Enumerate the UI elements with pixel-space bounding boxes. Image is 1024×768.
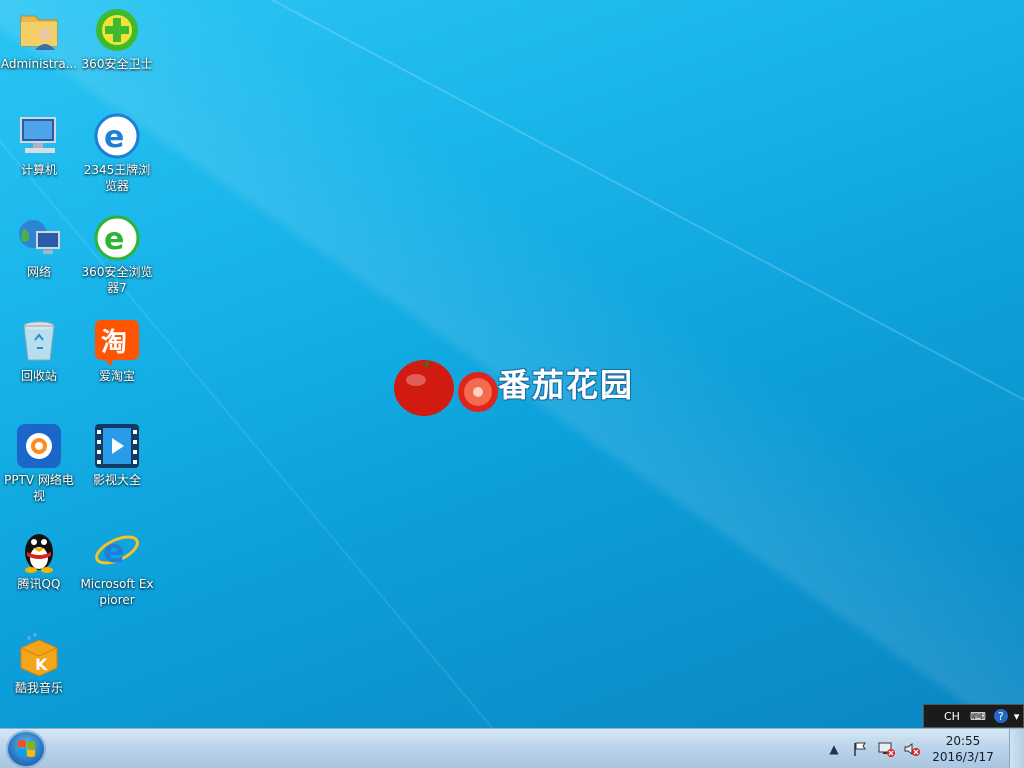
recycle-bin-icon [15, 318, 63, 366]
action-center-flag-icon[interactable] [851, 740, 869, 758]
language-indicator[interactable]: CH [944, 710, 960, 723]
clock-date: 2016/3/17 [932, 750, 994, 764]
tomato-icon [394, 358, 498, 416]
desktop-icon-label: 网络 [26, 265, 51, 279]
desktop-icon-video[interactable]: 影视大全 [78, 422, 156, 488]
taobao-icon: 淘 [93, 318, 141, 366]
desktop-icon-network[interactable]: 网络 [0, 214, 78, 280]
desktop-icon-ie[interactable]: e Microsoft Expiorer [78, 526, 156, 608]
desktop-icon-2345-browser[interactable]: e 2345王牌浏览器 [78, 112, 156, 194]
desktop-icon-label: 爱淘宝 [98, 369, 135, 383]
qq-penguin-icon [15, 526, 63, 574]
brand-text: 番茄花园 [498, 366, 635, 404]
desktop-icon-recycle-bin[interactable]: 回收站 [0, 318, 78, 384]
svg-text:e: e [103, 532, 125, 570]
360-browser-icon: e [93, 214, 141, 262]
clock[interactable]: 20:55 2016/3/17 [925, 733, 1001, 765]
desktop-icon-taobao[interactable]: 淘 爱淘宝 [78, 318, 156, 384]
360-guard-icon [93, 6, 141, 54]
show-desktop-button[interactable] [1009, 729, 1024, 768]
windows-logo-icon [18, 740, 35, 757]
svg-text:e: e [104, 222, 124, 257]
folder-user-icon [15, 6, 63, 54]
start-button[interactable] [6, 730, 46, 768]
desktop-icon-pptv[interactable]: PPTV 网络电视 [0, 422, 78, 504]
desktop-icon-label: 腾讯QQ [17, 577, 61, 591]
desktop-icon-label: 计算机 [20, 163, 57, 177]
desktop-icon-label: 360安全浏览器7 [81, 265, 153, 295]
network-status-icon[interactable] [877, 740, 895, 758]
desktop-icon-label: 回收站 [20, 369, 57, 383]
video-player-icon [93, 422, 141, 470]
desktop-icon-administrator[interactable]: Administra... [0, 6, 78, 72]
volume-muted-icon[interactable] [903, 740, 921, 758]
desktop-icon-qq[interactable]: 腾讯QQ [0, 526, 78, 592]
svg-text:淘: 淘 [101, 328, 127, 358]
help-icon[interactable]: ? [993, 709, 1008, 723]
language-bar[interactable]: CH ⌨ ? ▾ [923, 704, 1024, 728]
desktop: Administra... 计算机 网络 回收站 PPTV 网络电视 腾讯QQ … [0, 0, 1024, 728]
keyboard-icon[interactable]: ⌨ [970, 710, 986, 723]
desktop-icon-kuwo[interactable]: K 酷我音乐 [0, 630, 78, 696]
internet-explorer-icon: e [93, 526, 141, 574]
desktop-icon-label: 360安全卫士 [81, 57, 153, 71]
system-tray: ▲ 20:55 2016/3/17 [821, 729, 1024, 768]
taskbar: ▲ 20:55 2016/3/17 [0, 728, 1024, 768]
network-icon [15, 214, 63, 262]
tomato-garden-logo: 番茄花园 [392, 352, 662, 422]
desktop-icon-360-browser[interactable]: e 360安全浏览器7 [78, 214, 156, 296]
clock-time: 20:55 [945, 734, 981, 748]
desktop-icon-computer[interactable]: 计算机 [0, 112, 78, 178]
desktop-icon-label: PPTV 网络电视 [4, 473, 74, 503]
desktop-icon-label: 2345王牌浏览器 [83, 163, 151, 193]
langbar-options-icon[interactable]: ▾ [1014, 710, 1020, 723]
desktop-icon-label: Administra... [0, 57, 78, 71]
desktop-icon-label: 影视大全 [92, 473, 141, 487]
desktop-icon-label: Microsoft Expiorer [80, 577, 154, 607]
desktop-icon-label: 酷我音乐 [14, 681, 63, 695]
svg-text:K: K [35, 655, 48, 674]
computer-icon [15, 112, 63, 160]
kuwo-music-icon: K [15, 630, 63, 678]
pptv-icon [15, 422, 63, 470]
2345-browser-icon: e [93, 112, 141, 160]
svg-text:e: e [104, 120, 124, 155]
desktop-icon-360-guard[interactable]: 360安全卫士 [78, 6, 156, 72]
show-hidden-icons-icon[interactable]: ▲ [825, 740, 843, 758]
